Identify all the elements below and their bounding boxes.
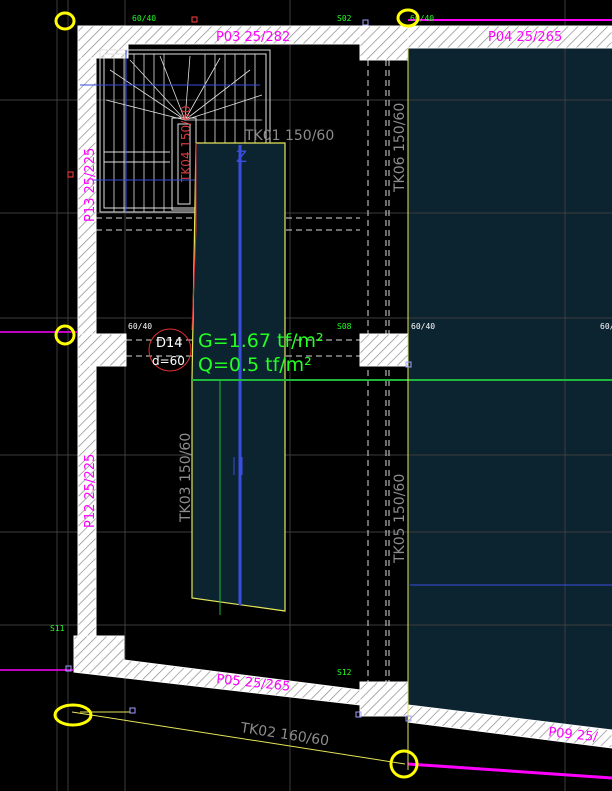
column-mr[interactable] bbox=[359, 333, 409, 367]
beam-label-tk04: TK04 150/60 bbox=[179, 106, 193, 184]
column-size-r: 60/40 bbox=[600, 322, 612, 331]
slab-dead-load: G=1.67 tf/m² bbox=[198, 330, 324, 352]
column-tm[interactable] bbox=[359, 25, 409, 61]
column-size-tl: 60/40 bbox=[132, 14, 156, 23]
selection-marker-icon[interactable] bbox=[53, 703, 93, 727]
wall-label-p12: P12 25/225 bbox=[83, 454, 98, 528]
beam-line-tk02 bbox=[71, 711, 406, 765]
grip-point[interactable] bbox=[362, 19, 369, 26]
wall-label-p03: P03 25/282 bbox=[216, 30, 290, 45]
column-ml[interactable] bbox=[77, 333, 127, 367]
column-label-s02: S02 bbox=[337, 14, 352, 23]
slab-thickness: d=60 bbox=[152, 354, 185, 368]
column-label-s08: S08 bbox=[337, 322, 352, 331]
column-label-s11: S11 bbox=[50, 624, 65, 633]
wall-label-p04: P04 25/265 bbox=[488, 30, 562, 45]
slab-id: D14 bbox=[156, 336, 183, 351]
beam-label-tk05: TK05 150/60 bbox=[392, 474, 408, 564]
beam-label-tk03: TK03 150/60 bbox=[178, 433, 194, 523]
grip-point[interactable] bbox=[129, 707, 136, 714]
magenta-wall-line-bottom bbox=[407, 762, 612, 780]
grip-point[interactable] bbox=[67, 171, 74, 178]
slab-live-load: Q=0.5 tf/m² bbox=[198, 354, 312, 376]
selection-marker-icon[interactable] bbox=[54, 324, 76, 346]
slab-panel-right[interactable] bbox=[408, 44, 612, 744]
beam-label-tk01: TK01 150/60 bbox=[244, 128, 334, 144]
column-size-tm: 60/40 bbox=[410, 14, 434, 23]
column-size-ml: 60/40 bbox=[128, 322, 152, 331]
selection-marker-icon[interactable] bbox=[54, 11, 76, 31]
column-bm[interactable] bbox=[359, 681, 409, 717]
column-label-s12: S12 bbox=[337, 668, 352, 677]
cad-drawing-canvas[interactable]: Z S02 S08 S12 S11 60/40 60/40 60/40 60/4… bbox=[0, 0, 612, 791]
wall-bottom[interactable] bbox=[73, 635, 361, 706]
beam-label-tk06: TK06 150/60 bbox=[392, 103, 408, 193]
wall-label-p13: P13 25/225 bbox=[83, 148, 98, 222]
arrow-glyph: Z bbox=[236, 147, 247, 166]
column-size-mr: 60/40 bbox=[411, 322, 435, 331]
grip-point[interactable] bbox=[191, 16, 198, 23]
